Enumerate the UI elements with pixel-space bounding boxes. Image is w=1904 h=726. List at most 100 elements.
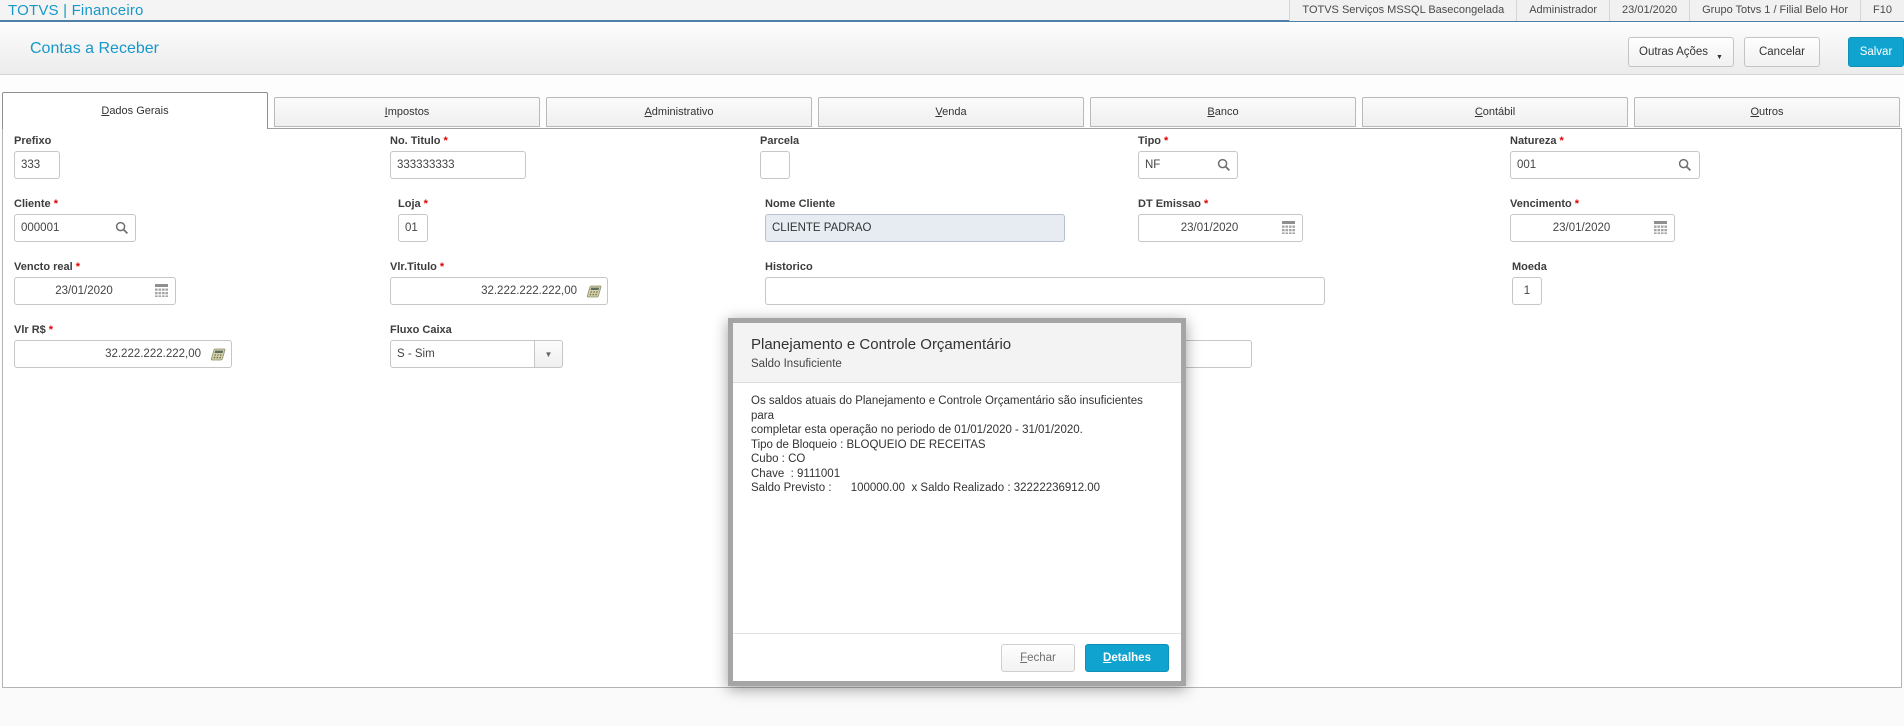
nome-cliente-label: Nome Cliente — [765, 198, 835, 210]
field-parcela: Parcela — [760, 135, 799, 179]
calendar-icon[interactable] — [155, 284, 168, 302]
required-mark: * — [49, 324, 53, 336]
vlr-rs-input[interactable] — [14, 340, 232, 368]
field-natureza: Natureza* — [1510, 135, 1700, 179]
current-user: Administrador — [1516, 0, 1609, 21]
chevron-down-icon: ▼ — [545, 350, 553, 359]
vencimento-label: Vencimento — [1510, 198, 1572, 210]
fluxo-caixa-label: Fluxo Caixa — [390, 324, 452, 336]
required-mark: * — [1559, 135, 1563, 147]
loja-input[interactable] — [398, 214, 428, 242]
tab-banco[interactable]: Banco — [1090, 97, 1356, 127]
field-nome-cliente: Nome Cliente — [765, 198, 1065, 242]
tab-dados-gerais[interactable]: Dados Gerais — [2, 92, 268, 129]
search-icon[interactable] — [1678, 158, 1692, 177]
modal-message-line: Saldo Previsto : 100000.00 x Saldo Reali… — [751, 481, 1163, 496]
historico-input[interactable] — [765, 277, 1325, 305]
action-bar: Contas a Receber Outras Ações ▼ Cancelar… — [0, 24, 1904, 75]
field-vencto-real: Vencto real* — [14, 261, 176, 305]
required-mark: * — [440, 261, 444, 273]
tab-label: Impostos — [385, 106, 430, 118]
tab-label: Contábil — [1475, 106, 1515, 118]
required-mark: * — [444, 135, 448, 147]
natureza-label: Natureza — [1510, 135, 1556, 147]
tab-label: Outros — [1750, 106, 1783, 118]
tab-label: Dados Gerais — [101, 105, 168, 117]
planejamento-controle-orcamentario-modal: Planejamento e Controle Orçamentário Sal… — [728, 318, 1186, 686]
moeda-input[interactable] — [1512, 277, 1542, 305]
detalhes-button[interactable]: Detalhes — [1085, 644, 1169, 672]
field-vencimento: Vencimento* — [1510, 198, 1675, 242]
vencto-real-label: Vencto real — [14, 261, 73, 273]
bottom-strip — [0, 688, 1904, 726]
modal-subtitle: Saldo Insuficiente — [751, 358, 1163, 370]
fluxo-caixa-input[interactable] — [390, 340, 535, 368]
field-vlr-rs: Vlr R$* — [14, 324, 232, 368]
app-brand: TOTVS | Financeiro — [0, 2, 144, 19]
dt-emissao-input[interactable] — [1138, 214, 1303, 242]
nome-cliente-input — [765, 214, 1065, 242]
modal-body: Os saldos atuais do Planejamento e Contr… — [733, 383, 1181, 633]
calendar-icon[interactable] — [1282, 221, 1295, 239]
current-date: 23/01/2020 — [1609, 0, 1689, 21]
no-titulo-label: No. Titulo — [390, 135, 441, 147]
required-mark: * — [54, 198, 58, 210]
contas-a-receber-screen: TOTVS | Financeiro TOTVS Serviços MSSQL … — [0, 0, 1904, 726]
calculator-icon[interactable] — [585, 285, 602, 303]
tab-administrativo[interactable]: Administrativo — [546, 97, 812, 127]
fluxo-caixa-dropdown-button[interactable]: ▼ — [535, 340, 563, 368]
modal-message-line: Cubo : CO — [751, 452, 1163, 467]
chevron-down-icon: ▼ — [1716, 54, 1723, 61]
field-loja: Loja* — [398, 198, 428, 242]
tab-venda[interactable]: Venda — [818, 97, 1084, 127]
group-branch: Grupo Totvs 1 / Filial Belo Hor — [1689, 0, 1860, 21]
required-mark: * — [1164, 135, 1168, 147]
required-mark: * — [1575, 198, 1579, 210]
vencimento-input[interactable] — [1510, 214, 1675, 242]
tab-contabil[interactable]: Contábil — [1362, 97, 1628, 127]
modal-message-line: Tipo de Bloqueio : BLOQUEIO DE RECEITAS — [751, 438, 1163, 453]
search-icon[interactable] — [115, 221, 129, 240]
required-mark: * — [76, 261, 80, 273]
tab-impostos[interactable]: Impostos — [274, 97, 540, 127]
field-cliente: Cliente* — [14, 198, 136, 242]
outras-acoes-button[interactable]: Outras Ações ▼ — [1628, 37, 1734, 67]
fechar-label: Fechar — [1020, 652, 1056, 664]
fechar-button[interactable]: Fechar — [1001, 644, 1075, 672]
parcela-label: Parcela — [760, 135, 799, 147]
moeda-label: Moeda — [1512, 261, 1547, 273]
salvar-button[interactable]: Salvar — [1848, 37, 1904, 67]
vlr-rs-label: Vlr R$ — [14, 324, 46, 336]
calendar-icon[interactable] — [1654, 221, 1667, 239]
modal-title: Planejamento e Controle Orçamentário — [751, 336, 1163, 353]
search-icon[interactable] — [1217, 158, 1231, 177]
tab-outros[interactable]: Outros — [1634, 97, 1900, 127]
required-mark: * — [424, 198, 428, 210]
outras-acoes-label: Outras Ações — [1639, 46, 1708, 58]
tipo-label: Tipo — [1138, 135, 1161, 147]
cliente-label: Cliente — [14, 198, 51, 210]
natureza-input[interactable] — [1510, 151, 1700, 179]
required-mark: * — [1204, 198, 1208, 210]
field-historico: Historico — [765, 261, 1325, 305]
top-bar: TOTVS | Financeiro TOTVS Serviços MSSQL … — [0, 0, 1904, 22]
field-tipo: Tipo* — [1138, 135, 1238, 179]
page-title: Contas a Receber — [30, 40, 159, 58]
cancelar-label: Cancelar — [1759, 46, 1805, 58]
tab-label: Administrativo — [644, 106, 713, 118]
vencto-real-input[interactable] — [14, 277, 176, 305]
calculator-icon[interactable] — [209, 348, 226, 366]
field-no-titulo: No. Titulo* — [390, 135, 526, 179]
historico-label: Historico — [765, 261, 813, 273]
prefixo-input[interactable] — [14, 151, 60, 179]
vlr-titulo-input[interactable] — [390, 277, 608, 305]
parcela-input[interactable] — [760, 151, 790, 179]
modal-footer: Fechar Detalhes — [733, 633, 1181, 681]
no-titulo-input[interactable] — [390, 151, 526, 179]
cancelar-button[interactable]: Cancelar — [1744, 37, 1820, 67]
detalhes-label: Detalhes — [1103, 652, 1151, 664]
field-moeda: Moeda — [1512, 261, 1547, 305]
field-fluxo-caixa: Fluxo Caixa ▼ — [390, 324, 563, 368]
environment-name: TOTVS Serviços MSSQL Basecongelada — [1289, 0, 1516, 21]
tab-label: Venda — [935, 106, 966, 118]
